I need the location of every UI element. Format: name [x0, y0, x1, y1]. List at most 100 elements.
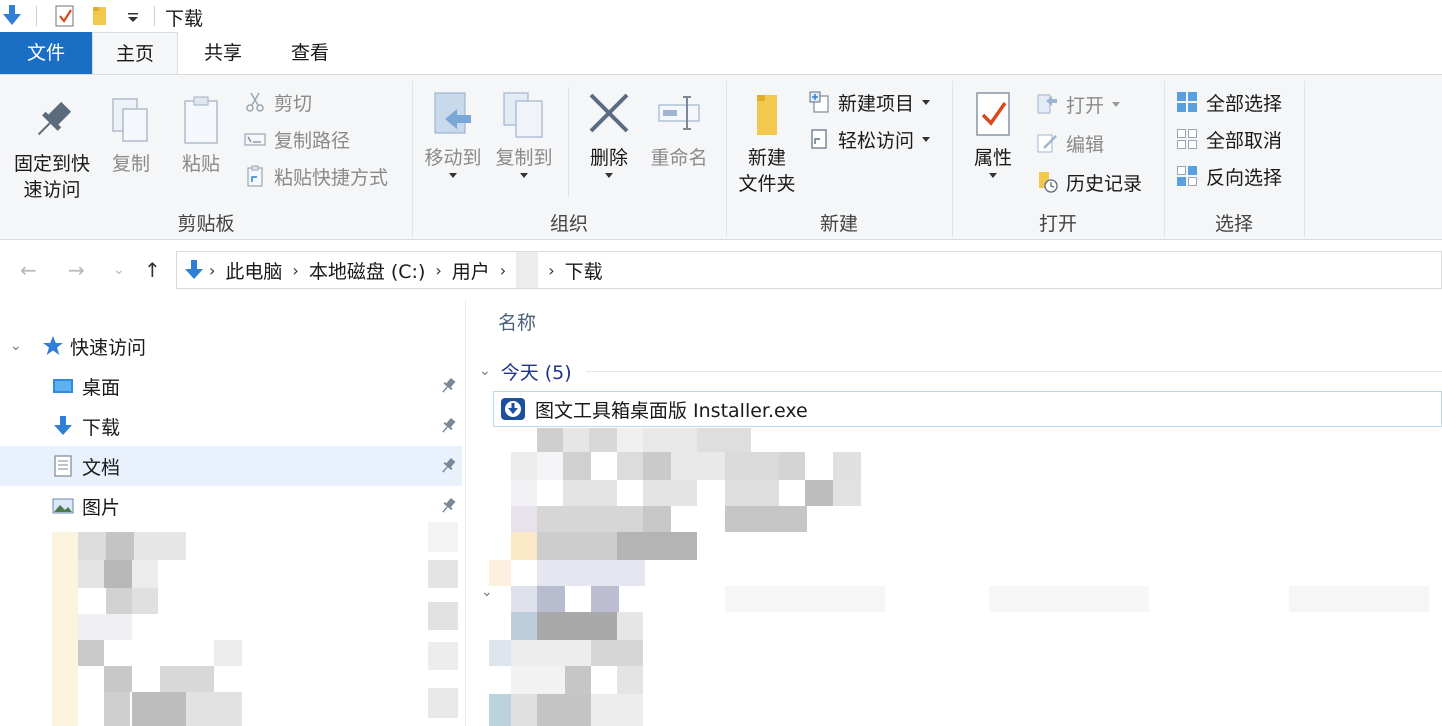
- tab-file[interactable]: 文件: [0, 32, 92, 74]
- rename-label: 重命名: [650, 147, 708, 169]
- move-to-dropdown-icon: [449, 173, 457, 178]
- paste-label: 粘贴: [181, 153, 220, 175]
- collapse-chevron-icon[interactable]: ⌄: [481, 584, 493, 600]
- delete-button[interactable]: 删除: [580, 89, 638, 178]
- documents-icon: [54, 455, 72, 477]
- new-item-icon: [809, 91, 829, 113]
- copy-to-button[interactable]: 复制到: [490, 89, 558, 178]
- copy-to-dropdown-icon: [520, 173, 528, 178]
- properties-button[interactable]: 属性: [962, 89, 1024, 178]
- ribbon-tabs: 文件 主页 共享 查看: [0, 32, 1442, 75]
- customize-dropdown-icon[interactable]: [126, 4, 140, 28]
- new-folder-label-line2: 文件夹: [738, 173, 796, 195]
- nav-quick-access[interactable]: ⌄ 快速访问: [0, 326, 462, 366]
- edit-button[interactable]: 编辑: [1036, 128, 1104, 158]
- title-separator: [36, 6, 37, 26]
- group-label-clipboard: 剪贴板: [177, 213, 235, 235]
- navigation-pane: ⌄ 快速访问 桌面 下载 文档 图片: [0, 300, 466, 726]
- breadcrumb-separator-icon[interactable]: ›: [209, 261, 215, 280]
- rename-button[interactable]: 重命名: [644, 89, 714, 171]
- download-arrow-icon[interactable]: [2, 4, 22, 28]
- breadcrumb-separator-icon[interactable]: ›: [292, 261, 298, 280]
- properties-dropdown-icon: [989, 173, 997, 178]
- nav-item-pictures[interactable]: 图片: [0, 486, 462, 526]
- subgroup-separator: [568, 87, 569, 197]
- recent-locations-chevron-icon[interactable]: ⌄: [113, 262, 125, 278]
- pin-icon[interactable]: [440, 497, 456, 515]
- pin-to-quick-access-button[interactable]: 固定到快 速访问: [8, 95, 96, 203]
- delete-x-icon: [589, 93, 629, 133]
- nav-item-label: 文档: [82, 456, 121, 479]
- redacted-nav-items: [52, 532, 242, 726]
- collapse-chevron-icon[interactable]: ⌄: [479, 363, 491, 379]
- paste-shortcut-button[interactable]: 粘贴快捷方式: [244, 161, 388, 191]
- breadcrumb-separator-icon[interactable]: ›: [500, 261, 506, 280]
- pin-icon[interactable]: [440, 417, 456, 435]
- copy-icon: [112, 98, 148, 142]
- address-bar[interactable]: › 此电脑 › 本地磁盘 (C:) › 用户 › › 下载: [176, 251, 1442, 289]
- move-to-label: 移动到: [424, 147, 482, 169]
- tab-view[interactable]: 查看: [268, 32, 352, 74]
- edit-icon: [1037, 134, 1057, 153]
- new-item-label: 新建项目: [838, 92, 915, 115]
- up-arrow-icon[interactable]: ↑: [144, 258, 161, 282]
- nav-item-documents[interactable]: 文档: [0, 446, 462, 486]
- history-icon: [1039, 172, 1058, 193]
- copy-button[interactable]: 复制: [104, 95, 158, 177]
- open-button[interactable]: 打开: [1036, 89, 1121, 119]
- open-dropdown-icon: [1112, 101, 1121, 107]
- cut-button[interactable]: 剪切: [244, 87, 312, 117]
- tab-share[interactable]: 共享: [178, 32, 268, 74]
- easy-access-label: 轻松访问: [838, 129, 915, 152]
- new-item-button[interactable]: 新建项目: [808, 87, 931, 117]
- copy-to-icon: [503, 92, 543, 138]
- folder-icon[interactable]: [90, 4, 110, 28]
- nav-item-desktop[interactable]: 桌面: [0, 366, 462, 406]
- desktop-icon: [53, 379, 73, 393]
- breadcrumb-this-pc[interactable]: 此电脑: [225, 257, 282, 284]
- pin-icon[interactable]: [440, 377, 456, 395]
- title-bar: 下载: [0, 0, 1442, 32]
- move-to-button[interactable]: 移动到: [420, 89, 486, 178]
- history-button[interactable]: 历史记录: [1036, 167, 1142, 197]
- forward-arrow-icon[interactable]: →: [68, 258, 85, 282]
- copy-path-button[interactable]: 复制路径: [244, 124, 350, 154]
- downloads-location-icon: [185, 260, 203, 279]
- tab-home[interactable]: 主页: [92, 32, 178, 75]
- select-none-label: 全部取消: [1206, 129, 1283, 152]
- expand-chevron-icon[interactable]: ⌄: [10, 338, 22, 354]
- breadcrumb-downloads[interactable]: 下载: [565, 257, 603, 284]
- history-label: 历史记录: [1066, 172, 1143, 195]
- paste-shortcut-label: 粘贴快捷方式: [274, 166, 389, 189]
- file-name: 图文工具箱桌面版 Installer.exe: [535, 399, 808, 422]
- nav-item-downloads[interactable]: 下载: [0, 406, 462, 446]
- group-header-today[interactable]: ⌄ 今天 (5): [479, 356, 1442, 386]
- breadcrumb-separator-icon[interactable]: ›: [435, 261, 441, 280]
- new-folder-button[interactable]: 新建 文件夹: [732, 89, 802, 197]
- properties-check-icon[interactable]: [54, 4, 76, 28]
- paste-button[interactable]: 粘贴: [174, 95, 228, 177]
- group-label-open: 打开: [1038, 213, 1077, 235]
- move-to-icon: [434, 92, 471, 134]
- breadcrumb-users[interactable]: 用户: [452, 257, 490, 284]
- easy-access-button[interactable]: 轻松访问: [808, 124, 931, 154]
- invert-selection-button[interactable]: 反向选择: [1176, 161, 1282, 191]
- select-none-icon: [1177, 129, 1197, 149]
- properties-icon: [976, 92, 1010, 136]
- pin-icon: [37, 101, 72, 136]
- group-label-select: 选择: [1214, 213, 1253, 235]
- breadcrumb-local-disk[interactable]: 本地磁盘 (C:): [309, 257, 426, 284]
- redacted-username: [516, 252, 539, 288]
- pin-label-line1: 固定到快: [13, 153, 90, 175]
- open-label: 打开: [1066, 94, 1105, 117]
- back-arrow-icon[interactable]: ←: [20, 258, 37, 282]
- pin-icon[interactable]: [440, 457, 456, 475]
- select-all-button[interactable]: 全部选择: [1176, 87, 1282, 117]
- column-header-name[interactable]: 名称: [498, 308, 536, 335]
- nav-item-label: 桌面: [82, 376, 121, 399]
- file-row[interactable]: 图文工具箱桌面版 Installer.exe: [493, 391, 1442, 427]
- invert-selection-label: 反向选择: [1206, 166, 1283, 189]
- installer-icon: [501, 398, 525, 420]
- breadcrumb-separator-icon[interactable]: ›: [548, 261, 554, 280]
- select-none-button[interactable]: 全部取消: [1176, 124, 1282, 154]
